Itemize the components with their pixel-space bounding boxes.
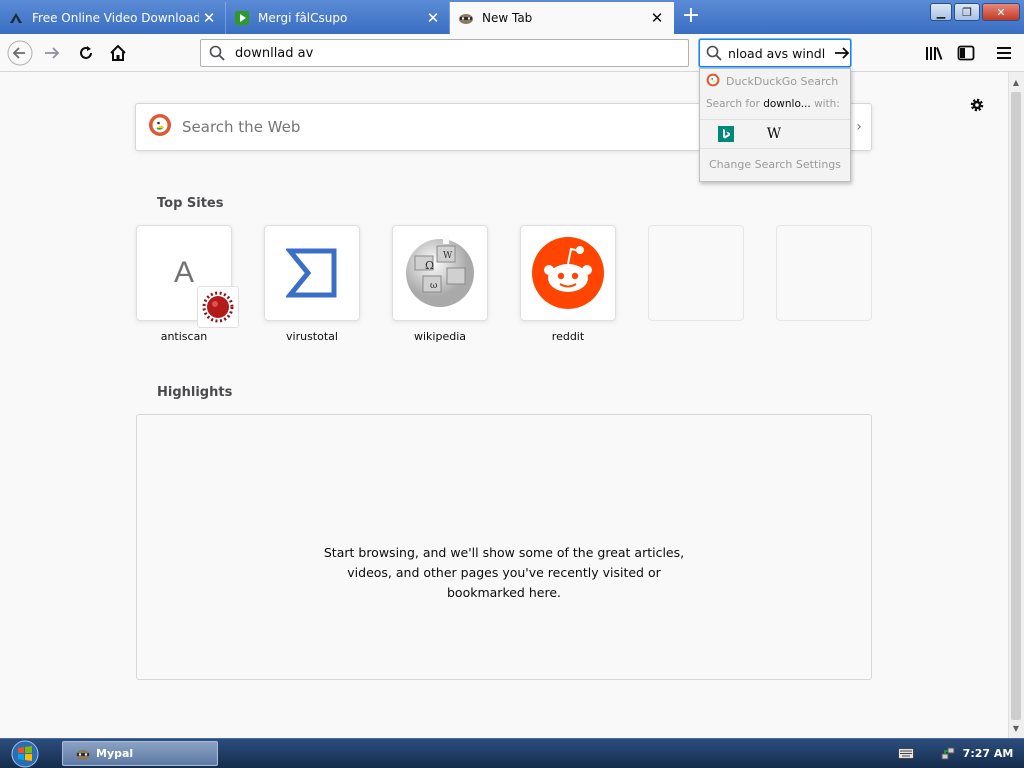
duckduckgo-icon <box>706 73 720 90</box>
sidebar-button[interactable] <box>952 39 980 67</box>
taskbar-item-mypal[interactable]: Mypal <box>62 741 218 766</box>
new-tab-plus-icon[interactable]: + <box>678 4 704 30</box>
reload-button[interactable] <box>72 39 100 67</box>
home-icon <box>110 44 126 61</box>
tab-new-tab[interactable]: New Tab ✕ <box>450 2 674 34</box>
library-button[interactable] <box>920 39 948 67</box>
hamburger-menu-icon <box>997 47 1011 59</box>
menu-button[interactable] <box>990 39 1018 67</box>
tab-title: Free Online Video Downloader <box>32 11 199 25</box>
site-tile[interactable]: A <box>136 225 239 328</box>
network-icon[interactable] <box>940 745 956 761</box>
site-label: virustotal <box>286 330 338 343</box>
top-site-empty[interactable] <box>776 225 872 321</box>
top-sites-heading: Top Sites <box>157 196 224 211</box>
one-off-engines: W <box>700 119 850 149</box>
library-icon <box>926 47 943 60</box>
wikipedia-globe-icon: Ω W ω <box>406 236 474 307</box>
duckduckgo-icon <box>148 113 172 141</box>
scroll-thumb[interactable] <box>1011 92 1021 720</box>
top-site-empty[interactable] <box>648 225 744 321</box>
site-tile-empty[interactable] <box>648 225 744 321</box>
site-tile[interactable] <box>264 225 360 321</box>
site-label: reddit <box>551 330 585 343</box>
popup-engine-header: DuckDuckGo Search <box>706 73 838 90</box>
url-bar[interactable] <box>200 39 689 67</box>
forward-arrow-icon <box>45 47 60 59</box>
green-play-icon <box>234 10 250 26</box>
new-tab-page: › Top Sites A antiscan virustotal Ω W <box>0 72 1008 738</box>
site-tile[interactable]: Ω W ω <box>392 225 488 321</box>
tab-video-downloader[interactable]: Free Online Video Downloader ✕ <box>0 2 226 34</box>
go-arrow-icon[interactable] <box>834 46 850 60</box>
back-arrow-icon <box>7 40 33 66</box>
close-tab-icon[interactable]: ✕ <box>647 9 667 27</box>
svg-text:ω: ω <box>430 281 437 291</box>
reddit-alien-icon <box>532 237 604 309</box>
letter-a-icon: A <box>173 256 194 289</box>
top-site-reddit[interactable]: reddit <box>520 225 616 343</box>
search-for-line: Search for downlo... with: <box>706 98 840 110</box>
vertical-scrollbar[interactable]: ▲ ▼ <box>1008 72 1024 738</box>
svg-text:Ω: Ω <box>425 259 434 272</box>
tab-title: Mergi fâlCsupo <box>258 11 348 25</box>
taskbar-item-label: Mypal <box>96 747 134 760</box>
url-input[interactable] <box>233 44 688 62</box>
start-button[interactable] <box>6 740 44 768</box>
arrow-up-logo-icon <box>8 10 24 26</box>
keyboard-icon[interactable] <box>898 746 914 760</box>
top-site-virustotal[interactable]: virustotal <box>264 225 360 343</box>
navigation-toolbar <box>0 34 1024 72</box>
home-button[interactable] <box>104 39 132 67</box>
taskbar-clock[interactable]: 7:27 AM <box>962 747 1014 760</box>
close-tab-icon[interactable]: ✕ <box>199 9 219 27</box>
reload-icon <box>80 46 92 59</box>
svg-text:W: W <box>443 251 453 261</box>
search-icon <box>706 45 722 61</box>
search-input[interactable] <box>726 44 834 62</box>
scroll-up-arrow-icon[interactable]: ▲ <box>1011 78 1021 88</box>
forward-button[interactable] <box>38 39 66 67</box>
tab-title: New Tab <box>482 11 533 25</box>
gear-icon[interactable] <box>966 94 988 116</box>
mypal-raccoon-icon <box>75 747 91 761</box>
windows-taskbar: Mypal 7:27 AM <box>0 738 1024 768</box>
top-site-wikipedia[interactable]: Ω W ω wikipedia <box>392 225 488 343</box>
maximize-window-icon[interactable]: ❐ <box>954 3 980 21</box>
bing-icon[interactable] <box>716 124 736 144</box>
windows-orb-icon <box>11 740 39 768</box>
search-suggestions-popup: DuckDuckGo Search Search for downlo... w… <box>699 68 851 182</box>
search-term: downlo... <box>763 98 811 110</box>
tab-mergi[interactable]: Mergi fâlCsupo ✕ <box>226 2 450 34</box>
close-window-icon[interactable]: ✕ <box>982 3 1020 21</box>
tab-strip: Free Online Video Downloader ✕ Mergi fâl… <box>0 0 1024 34</box>
sidebar-icon <box>957 45 975 61</box>
back-button[interactable] <box>6 39 34 67</box>
top-site-antiscan[interactable]: A antiscan <box>136 225 239 343</box>
search-icon <box>209 45 225 61</box>
site-label: wikipedia <box>413 330 466 343</box>
change-search-settings-link[interactable]: Change Search Settings <box>700 158 850 171</box>
site-tile-empty[interactable] <box>776 225 872 321</box>
virus-icon <box>197 286 239 328</box>
highlights-heading: Highlights <box>157 385 233 400</box>
close-tab-icon[interactable]: ✕ <box>423 9 443 27</box>
minimize-window-icon[interactable]: ▁ <box>930 3 952 21</box>
engine-name: DuckDuckGo Search <box>726 75 839 88</box>
highlights-empty-message: Start browsing, and we'll show some of t… <box>323 545 685 600</box>
site-label: antiscan <box>160 330 208 343</box>
scroll-down-arrow-icon[interactable]: ▼ <box>1011 724 1021 734</box>
search-bar[interactable] <box>699 39 851 67</box>
site-tile[interactable] <box>520 225 616 321</box>
highlights-panel: Start browsing, and we'll show some of t… <box>136 414 872 680</box>
mypal-raccoon-icon <box>458 10 474 26</box>
wikipedia-w-icon[interactable]: W <box>764 124 784 144</box>
sigma-icon <box>286 248 337 298</box>
